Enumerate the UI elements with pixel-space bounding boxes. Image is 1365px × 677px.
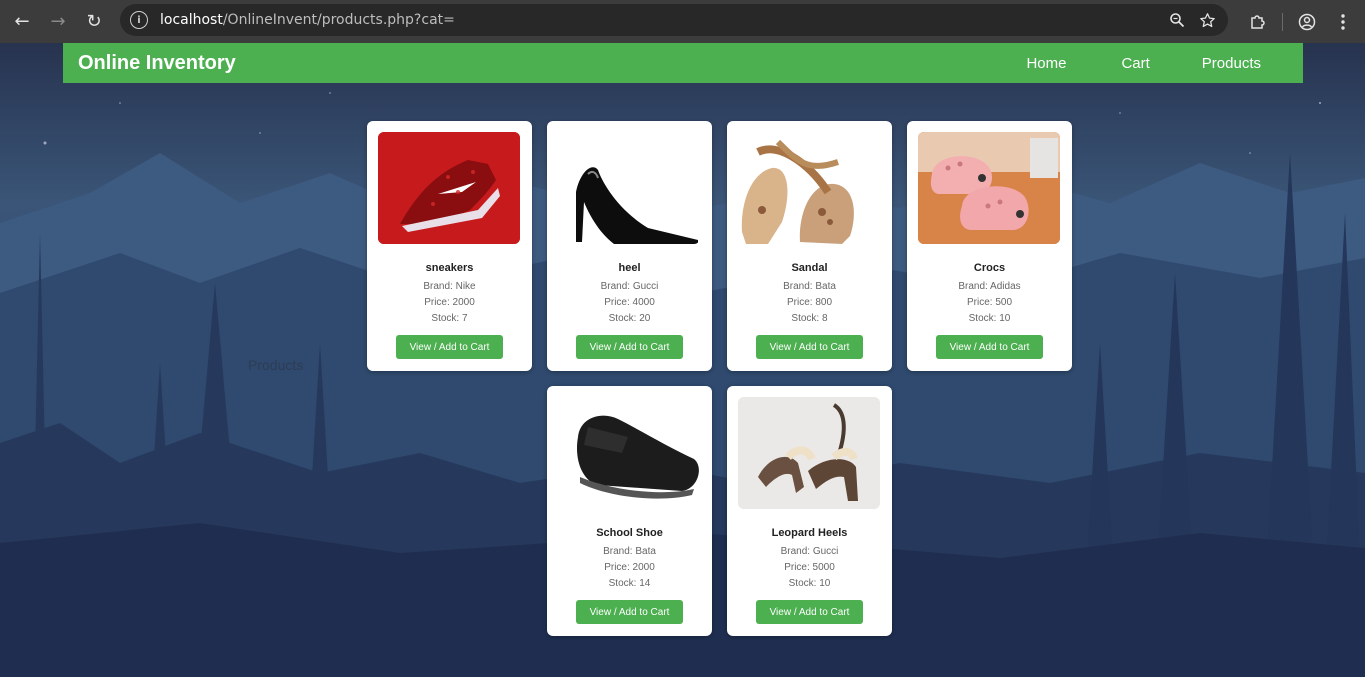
nav-products[interactable]: Products [1202,55,1261,72]
product-brand: Brand: Gucci [600,281,659,292]
product-stock: Stock: 7 [431,313,468,324]
view-add-to-cart-button[interactable]: View / Add to Cart [576,600,683,624]
product-price: Price: 800 [786,297,833,308]
view-add-to-cart-button[interactable]: View / Add to Cart [936,335,1043,359]
back-icon[interactable]: ← [4,4,40,40]
site-brand[interactable]: Online Inventory [78,52,236,75]
forward-icon[interactable]: → [40,4,76,40]
nav-links: Home Cart Products [1026,43,1303,83]
product-image-school-shoe [558,397,700,509]
product-image-sandal [738,132,880,244]
address-bar[interactable]: i localhost/OnlineInvent/products.php?ca… [120,4,1228,36]
product-stock: Stock: 20 [608,313,651,324]
product-brand: Brand: Nike [423,281,476,292]
url-text: localhost/OnlineInvent/products.php?cat= [160,12,455,28]
product-image-sneakers [378,132,520,244]
bookmark-star-icon[interactable] [1199,12,1216,29]
view-add-to-cart-button[interactable]: View / Add to Cart [396,335,503,359]
product-stock: Stock: 10 [968,313,1011,324]
browser-toolbar: ← → ↻ i localhost/OnlineInvent/products.… [0,0,1365,43]
product-brand: Brand: Bata [603,546,656,557]
product-image-crocs [918,132,1060,244]
toolbar-separator [1282,12,1283,31]
url-path: /OnlineInvent/products.php?cat= [222,12,455,28]
product-brand: Brand: Bata [783,281,836,292]
product-card-sandal: Sandal Brand: Bata Price: 800 Stock: 8 V… [727,121,892,371]
extensions-icon[interactable] [1240,13,1276,31]
product-price: Price: 5000 [784,562,835,573]
product-stock: Stock: 8 [791,313,828,324]
site-navbar: Online Inventory Home Cart Products [63,43,1303,83]
product-image-heel [558,132,700,244]
product-card-leopard-heels: Leopard Heels Brand: Gucci Price: 5000 S… [727,386,892,636]
product-price: Price: 4000 [604,297,655,308]
product-brand: Brand: Gucci [780,546,839,557]
product-card-school-shoe: School Shoe Brand: Bata Price: 2000 Stoc… [547,386,712,636]
zoom-icon[interactable] [1169,12,1185,28]
product-card-sneakers: sneakers Brand: Nike Price: 2000 Stock: … [367,121,532,371]
product-name: School Shoe [596,527,663,539]
product-image-leopard-heels [738,397,880,509]
reload-icon[interactable]: ↻ [76,4,112,40]
page-viewport: Online Inventory Home Cart Products Prod… [0,43,1365,677]
product-brand: Brand: Adidas [958,281,1021,292]
product-price: Price: 2000 [604,562,655,573]
product-name: heel [618,262,641,274]
page-heading: Products [248,357,304,373]
product-name: Sandal [791,262,828,274]
product-card-crocs: Crocs Brand: Adidas Price: 500 Stock: 10… [907,121,1072,371]
product-stock: Stock: 14 [608,578,651,589]
product-card-heel: heel Brand: Gucci Price: 4000 Stock: 20 … [547,121,712,371]
product-name: Crocs [973,262,1006,274]
view-add-to-cart-button[interactable]: View / Add to Cart [756,600,863,624]
profile-icon[interactable] [1289,13,1325,31]
product-price: Price: 2000 [424,297,475,308]
view-add-to-cart-button[interactable]: View / Add to Cart [576,335,683,359]
product-stock: Stock: 10 [788,578,831,589]
site-info-icon[interactable]: i [130,11,148,29]
view-add-to-cart-button[interactable]: View / Add to Cart [756,335,863,359]
url-host: localhost [160,12,223,28]
menu-kebab-icon[interactable] [1325,13,1361,31]
nav-home[interactable]: Home [1026,55,1066,72]
product-name: sneakers [425,262,474,274]
product-price: Price: 500 [966,297,1013,308]
product-name: Leopard Heels [771,527,848,539]
nav-cart[interactable]: Cart [1121,55,1149,72]
